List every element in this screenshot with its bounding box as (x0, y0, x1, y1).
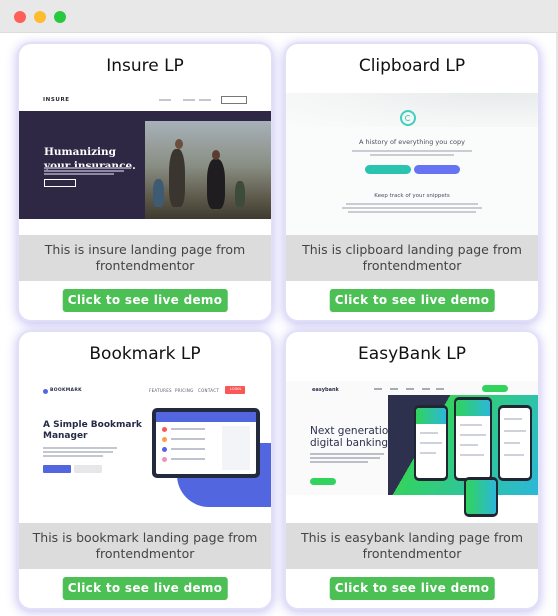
close-window-button[interactable] (14, 11, 26, 23)
bookmark-logo-icon (43, 389, 48, 394)
card-description: This is insure landing page from fronten… (19, 235, 271, 281)
card-description: This is clipboard landing page from fron… (286, 235, 538, 281)
project-card-clipboard: Clipboard LP A history of everything you… (286, 44, 538, 320)
card-title: Bookmark LP (89, 344, 201, 364)
minimize-window-button[interactable] (34, 11, 46, 23)
live-demo-button[interactable]: Click to see live demo (329, 289, 495, 312)
clipboard-logo-icon (400, 110, 416, 126)
project-thumbnail[interactable]: INSURE Humanizing your insurance. (19, 93, 271, 235)
thumbnail-logo: easybank (312, 387, 339, 393)
window-titlebar (0, 0, 558, 33)
thumbnail-subheadline: Keep track of your snippets (374, 193, 450, 199)
project-thumbnail[interactable]: easybank Next generation digital banking (286, 381, 538, 523)
thumbnail-family-photo (145, 121, 271, 219)
card-title: Insure LP (106, 56, 184, 76)
thumbnail-headline: Humanizing your insurance. (44, 146, 136, 172)
phone-mockup (464, 477, 498, 517)
thumbnail-headline: A history of everything you copy (359, 138, 465, 146)
project-thumbnail[interactable]: BOOKMARK FEATURES PRICING CONTACT LOGIN … (19, 381, 271, 523)
live-demo-button[interactable]: Click to see live demo (62, 577, 228, 600)
thumbnail-headline: Next generation digital banking (310, 425, 395, 449)
project-card-bookmark: Bookmark LP BOOKMARK FEATURES PRICING CO… (19, 332, 271, 608)
thumbnail-headline: A Simple Bookmark Manager (43, 420, 142, 441)
phone-mockup (414, 405, 448, 481)
project-card-insure: Insure LP INSURE Humanizing your insuran… (19, 44, 271, 320)
live-demo-button[interactable]: Click to see live demo (62, 289, 228, 312)
phone-mockup (498, 405, 532, 481)
card-title: EasyBank LP (358, 344, 466, 364)
thumbnail-logo: INSURE (43, 97, 70, 103)
maximize-window-button[interactable] (54, 11, 66, 23)
card-title: Clipboard LP (358, 56, 466, 76)
card-description: This is easybank landing page from front… (286, 523, 538, 569)
card-description: This is bookmark landing page from front… (19, 523, 271, 569)
live-demo-button[interactable]: Click to see live demo (329, 577, 495, 600)
phone-mockup (454, 397, 492, 481)
project-card-easybank: EasyBank LP easybank Next generation dig… (286, 332, 538, 608)
thumbnail-logo: BOOKMARK (50, 388, 82, 393)
project-thumbnail[interactable]: A history of everything you copy Keep tr… (286, 93, 538, 235)
